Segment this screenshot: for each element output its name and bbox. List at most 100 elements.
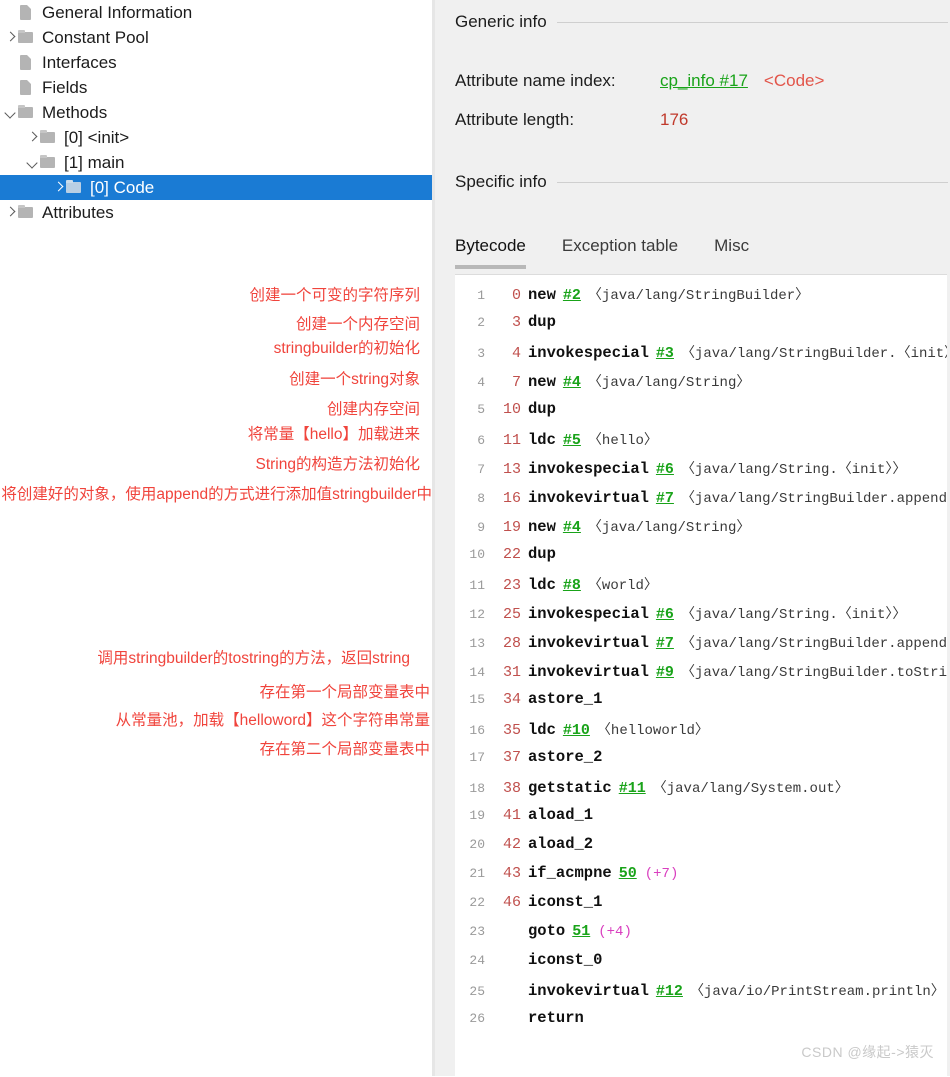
bytecode-line[interactable]: 26 return	[455, 1009, 947, 1038]
chevron-down-icon[interactable]	[4, 106, 17, 119]
folder-icon	[17, 29, 35, 46]
bytecode-constant-ref-link[interactable]: #9	[656, 664, 674, 681]
bytecode-offset: 19	[502, 519, 521, 536]
bytecode-constant-ref-link[interactable]: #3	[656, 345, 674, 362]
folder-icon	[17, 204, 35, 221]
bytecode-constant-ref-link[interactable]: #8	[563, 577, 581, 594]
tree-item-label: [0] Code	[90, 177, 155, 197]
bytecode-line[interactable]: 12 25 invokespecial #6 〈java/lang/String.〈in…	[455, 603, 947, 632]
bytecode-line[interactable]: 7 13 invokespecial #6 〈java/lang/String.〈ini…	[455, 458, 947, 487]
bytecode-constant-ref-link[interactable]: #5	[563, 432, 581, 449]
tree-item-interfaces[interactable]: Interfaces	[0, 50, 432, 75]
chevron-right-icon[interactable]	[52, 181, 65, 194]
bytecode-line[interactable]: 1 0 new #2 〈java/lang/StringBuilder〉	[455, 284, 947, 313]
cp-info-link[interactable]: cp_info #17	[660, 71, 748, 90]
bytecode-line[interactable]: 5 10 dup	[455, 400, 947, 429]
tree-item-1-main[interactable]: [1] main	[0, 150, 432, 175]
bytecode-line[interactable]: 15 34 astore_1	[455, 690, 947, 719]
bytecode-offset: 11	[502, 432, 521, 449]
tree-item-methods[interactable]: Methods	[0, 100, 432, 125]
bytecode-comment: 〈java/lang/StringBuilder.append〉	[680, 636, 947, 652]
chevron-right-icon[interactable]	[26, 131, 39, 144]
class-structure-tree-pane[interactable]: General Information Constant Pool Interfac…	[0, 0, 432, 1076]
bytecode-opcode: if_acmpne	[528, 864, 612, 882]
bytecode-line[interactable]: 8 16 invokevirtual #7 〈java/lang/StringBuild…	[455, 487, 947, 516]
file-icon	[17, 79, 35, 96]
attribute-length-value: 176	[660, 110, 689, 129]
bytecode-line[interactable]: 3 4 invokespecial #3 〈java/lang/StringBuilde…	[455, 342, 947, 371]
bytecode-line[interactable]: 10 22 dup	[455, 545, 947, 574]
tree-item-constant-pool[interactable]: Constant Pool	[0, 25, 432, 50]
tree-item-general-information[interactable]: General Information	[0, 0, 432, 25]
bytecode-opcode: dup	[528, 313, 556, 331]
bytecode-offset: 31	[502, 664, 521, 681]
bytecode-line[interactable]: 11 23 ldc #8 〈world〉	[455, 574, 947, 603]
bytecode-line-number: 26	[469, 1011, 485, 1026]
tab-bytecode[interactable]: Bytecode	[455, 236, 526, 269]
bytecode-line[interactable]: 6 11 ldc #5 〈hello〉	[455, 429, 947, 458]
bytecode-line[interactable]: 23 goto 51 (+4)	[455, 922, 947, 951]
bytecode-line[interactable]: 13 28 invokevirtual #7 〈java/lang/StringBuil…	[455, 632, 947, 661]
bytecode-opcode: dup	[528, 400, 556, 418]
bytecode-listing[interactable]: 1 0 new #2 〈java/lang/StringBuilder〉 2 3 dup 3 4 i…	[455, 274, 947, 1077]
bytecode-line-number: 4	[477, 375, 485, 390]
bytecode-opcode: goto	[528, 922, 566, 940]
bytecode-line[interactable]: 21 43 if_acmpne 50 (+7)	[455, 864, 947, 893]
bytecode-constant-ref-link[interactable]: #11	[619, 780, 646, 797]
bytecode-constant-ref-link[interactable]: 50	[619, 865, 637, 882]
tree-item-0-init[interactable]: [0] <init>	[0, 125, 432, 150]
generic-info-rule	[556, 21, 948, 23]
bytecode-offset: 7	[511, 374, 521, 391]
bytecode-line-number: 9	[477, 520, 485, 535]
bytecode-constant-ref-link[interactable]: #7	[656, 490, 674, 507]
bytecode-line[interactable]: 2 3 dup	[455, 313, 947, 342]
bytecode-line[interactable]: 25 invokevirtual #12 〈java/io/PrintStream.p…	[455, 980, 947, 1009]
bytecode-opcode: invokevirtual	[528, 982, 649, 1000]
bytecode-line[interactable]: 19 41 aload_1	[455, 806, 947, 835]
bytecode-comment: 〈helloworld〉	[596, 723, 709, 739]
bytecode-line-number: 24	[469, 953, 485, 968]
tree-item-attributes[interactable]: Attributes	[0, 200, 432, 225]
bytecode-constant-ref-link[interactable]: #4	[563, 374, 581, 391]
tab-misc[interactable]: Misc	[714, 236, 749, 269]
bytecode-line[interactable]: 4 7 new #4 〈java/lang/String〉	[455, 371, 947, 400]
bytecode-line-number: 2	[477, 315, 485, 330]
bytecode-line-number: 14	[469, 665, 485, 680]
bytecode-line[interactable]: 14 31 invokevirtual #9 〈java/lang/StringBuil…	[455, 661, 947, 690]
bytecode-comment: 〈java/lang/String.〈init〉〉	[680, 462, 907, 478]
bytecode-constant-ref-link[interactable]: #7	[656, 635, 674, 652]
bytecode-constant-ref-link[interactable]: #6	[656, 461, 674, 478]
chevron-right-icon[interactable]	[4, 206, 17, 219]
tab-exception-table[interactable]: Exception table	[562, 236, 678, 269]
bytecode-line[interactable]: 22 46 iconst_1	[455, 893, 947, 922]
class-structure-tree[interactable]: General Information Constant Pool Interfac…	[0, 0, 432, 225]
specific-info-section-header: Specific info	[455, 172, 948, 192]
tree-item-fields[interactable]: Fields	[0, 75, 432, 100]
bytecode-line[interactable]: 16 35 ldc #10 〈helloworld〉	[455, 719, 947, 748]
bytecode-constant-ref-link[interactable]: 51	[572, 923, 590, 940]
bytecode-opcode: invokevirtual	[528, 634, 649, 652]
attribute-name-index-label: Attribute name index:	[455, 71, 616, 90]
bytecode-constant-ref-link[interactable]: #2	[563, 287, 581, 304]
bytecode-opcode: astore_2	[528, 748, 603, 766]
bytecode-constant-ref-link[interactable]: #6	[656, 606, 674, 623]
bytecode-constant-ref-link[interactable]: #12	[656, 983, 683, 1000]
bytecode-line[interactable]: 17 37 astore_2	[455, 748, 947, 777]
bytecode-line[interactable]: 20 42 aload_2	[455, 835, 947, 864]
chevron-right-icon[interactable]	[4, 31, 17, 44]
bytecode-line[interactable]: 24 iconst_0	[455, 951, 947, 980]
bytecode-branch-delta: (+4)	[598, 924, 632, 940]
chevron-down-icon[interactable]	[26, 156, 39, 169]
bytecode-offset: 35	[502, 722, 521, 739]
bytecode-constant-ref-link[interactable]: #4	[563, 519, 581, 536]
bytecode-comment: 〈java/lang/String.〈init〉〉	[680, 607, 907, 623]
tree-item-0-code[interactable]: [0] Code	[0, 175, 432, 200]
bytecode-line[interactable]: 9 19 new #4 〈java/lang/String〉	[455, 516, 947, 545]
detail-tab-bar[interactable]: Bytecode Exception table Misc	[455, 236, 950, 271]
bytecode-line[interactable]: 18 38 getstatic #11 〈java/lang/System.out〉	[455, 777, 947, 806]
bytecode-constant-ref-link[interactable]: #10	[563, 722, 590, 739]
generic-info-section-header: Generic info	[455, 12, 948, 32]
bytecode-line-number: 7	[477, 462, 485, 477]
